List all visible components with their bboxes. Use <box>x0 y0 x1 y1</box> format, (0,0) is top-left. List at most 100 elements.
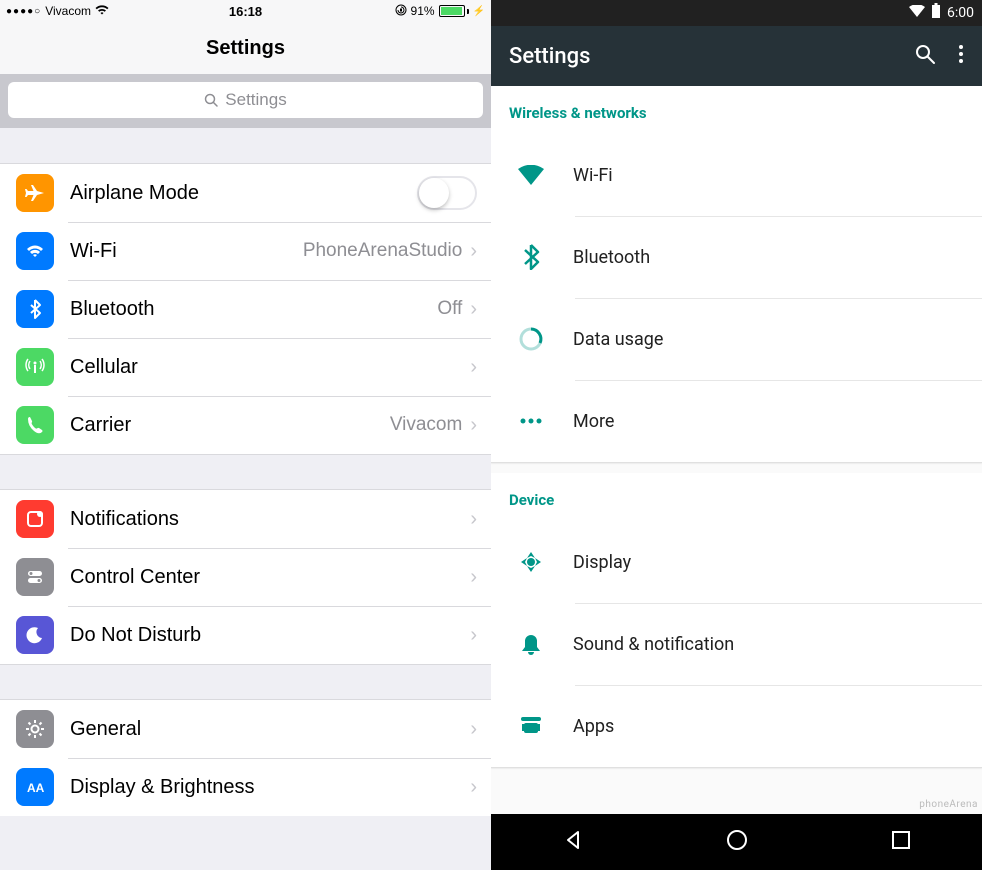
carrier-label: Vivacom <box>45 4 91 18</box>
row-cellular[interactable]: Cellular › <box>0 338 491 396</box>
android-time: 6:00 <box>947 5 974 21</box>
group-gap <box>0 128 491 164</box>
row-value: PhoneArenaStudio <box>303 240 463 262</box>
android-nav-bar <box>491 814 982 870</box>
control-center-icon <box>16 558 54 596</box>
row-apps[interactable]: Apps <box>491 685 982 767</box>
data-usage-icon <box>511 326 551 352</box>
ios-pane: ●●●●○ Vivacom 16:18 91% ⚡ Settings Setti… <box>0 0 491 870</box>
row-label: Display <box>573 552 631 573</box>
more-icon <box>511 417 551 425</box>
row-label: Bluetooth <box>70 298 437 321</box>
row-label: Cellular <box>70 356 470 379</box>
ios-search-container: Settings <box>0 74 491 128</box>
battery-icon <box>931 3 941 23</box>
android-appbar: Settings <box>491 26 982 86</box>
row-control-center[interactable]: Control Center › <box>0 548 491 606</box>
android-pane: 6:00 Settings Wireless & networks Wi-Fi <box>491 0 982 870</box>
row-airplane-mode[interactable]: Airplane Mode <box>0 164 491 222</box>
signal-dots: ●●●●○ <box>6 6 41 17</box>
display-brightness-icon: AA <box>16 768 54 806</box>
row-more[interactable]: More <box>491 380 982 462</box>
cellular-icon <box>16 348 54 386</box>
chevron-right-icon: › <box>470 356 477 379</box>
ios-time: 16:18 <box>229 4 262 19</box>
row-sound-notification[interactable]: Sound & notification <box>491 603 982 685</box>
row-label: Do Not Disturb <box>70 624 470 647</box>
section-device: Device Display Sound & notification Apps <box>491 473 982 768</box>
svg-text:AA: AA <box>27 781 45 795</box>
wifi-icon <box>909 5 925 21</box>
display-icon <box>511 550 551 574</box>
ios-settings-list: Airplane Mode Wi-Fi PhoneArenaStudio › B… <box>0 128 491 816</box>
row-label: Sound & notification <box>573 634 734 655</box>
gear-icon <box>16 710 54 748</box>
airplane-toggle[interactable] <box>417 176 477 210</box>
search-button[interactable] <box>914 43 936 69</box>
row-label: Data usage <box>573 329 663 350</box>
recents-button[interactable] <box>891 830 911 854</box>
row-bluetooth[interactable]: Bluetooth <box>491 216 982 298</box>
bluetooth-icon <box>16 290 54 328</box>
row-label: Notifications <box>70 508 470 531</box>
search-placeholder: Settings <box>225 90 286 110</box>
group-gap <box>0 454 491 490</box>
row-value: Off <box>437 298 462 320</box>
row-display[interactable]: Display <box>491 521 982 603</box>
android-statusbar: 6:00 <box>491 0 982 26</box>
row-label: Airplane Mode <box>70 182 417 205</box>
group-gap <box>0 664 491 700</box>
row-notifications[interactable]: Notifications › <box>0 490 491 548</box>
search-icon <box>204 93 219 108</box>
row-label: Bluetooth <box>573 247 650 268</box>
row-carrier[interactable]: Carrier Vivacom › <box>0 396 491 454</box>
chevron-right-icon: › <box>470 240 477 263</box>
ios-statusbar-right: 91% ⚡ <box>395 4 485 19</box>
row-label: Apps <box>573 716 614 737</box>
chevron-right-icon: › <box>470 566 477 589</box>
page-title: Settings <box>509 44 892 69</box>
airplane-icon <box>16 174 54 212</box>
charging-icon: ⚡ <box>473 6 485 17</box>
phone-icon <box>16 406 54 444</box>
row-value: Vivacom <box>390 414 463 436</box>
battery-icon <box>439 5 469 17</box>
back-button[interactable] <box>562 829 584 855</box>
chevron-right-icon: › <box>470 508 477 531</box>
section-header: Device <box>491 473 982 521</box>
row-wifi[interactable]: Wi-Fi <box>491 134 982 216</box>
section-wireless: Wireless & networks Wi-Fi Bluetooth Data… <box>491 86 982 463</box>
ios-statusbar: ●●●●○ Vivacom 16:18 91% ⚡ <box>0 0 491 22</box>
wifi-icon <box>16 232 54 270</box>
row-wifi[interactable]: Wi-Fi PhoneArenaStudio › <box>0 222 491 280</box>
row-label: Display & Brightness <box>70 776 470 799</box>
rotation-lock-icon <box>395 4 407 19</box>
chevron-right-icon: › <box>470 776 477 799</box>
search-input[interactable]: Settings <box>8 82 483 118</box>
row-data-usage[interactable]: Data usage <box>491 298 982 380</box>
overflow-menu-button[interactable] <box>958 43 964 69</box>
chevron-right-icon: › <box>470 414 477 437</box>
chevron-right-icon: › <box>470 718 477 741</box>
row-bluetooth[interactable]: Bluetooth Off › <box>0 280 491 338</box>
row-label: Wi-Fi <box>573 165 613 186</box>
ios-statusbar-left: ●●●●○ Vivacom <box>6 4 109 18</box>
row-label: Carrier <box>70 414 390 437</box>
page-title: Settings <box>206 37 285 60</box>
chevron-right-icon: › <box>470 624 477 647</box>
watermark: phoneArena <box>919 799 978 810</box>
wifi-icon <box>511 165 551 185</box>
row-do-not-disturb[interactable]: Do Not Disturb › <box>0 606 491 664</box>
row-display-brightness[interactable]: AA Display & Brightness › <box>0 758 491 816</box>
row-label: Wi-Fi <box>70 240 303 263</box>
battery-pct: 91% <box>411 4 435 18</box>
moon-icon <box>16 616 54 654</box>
ios-header: Settings <box>0 22 491 74</box>
chevron-right-icon: › <box>470 298 477 321</box>
row-general[interactable]: General › <box>0 700 491 758</box>
row-label: Control Center <box>70 566 470 589</box>
android-settings-list[interactable]: Wireless & networks Wi-Fi Bluetooth Data… <box>491 86 982 814</box>
sound-notification-icon <box>511 632 551 656</box>
wifi-icon <box>95 4 109 18</box>
home-button[interactable] <box>725 828 749 856</box>
